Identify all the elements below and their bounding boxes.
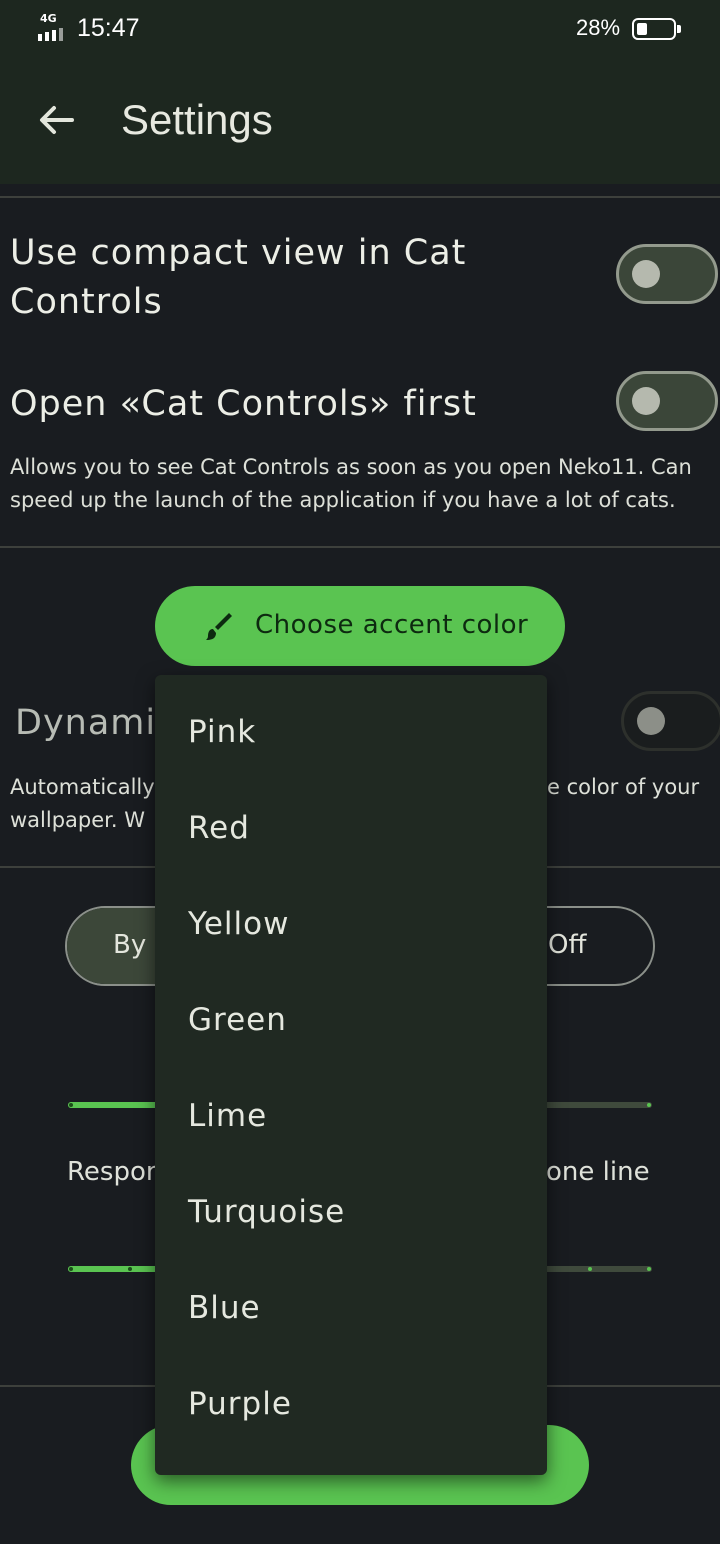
- menu-item-label: Turquoise: [188, 1194, 346, 1230]
- network-type: 4G: [40, 12, 57, 25]
- menu-item-pink[interactable]: Pink: [155, 691, 547, 787]
- open-cat-controls-desc-line1: Allows you to see Cat Controls as soon a…: [10, 455, 692, 479]
- battery-percent: 28%: [576, 15, 621, 40]
- compact-view-title-line2: Controls: [10, 282, 163, 322]
- choose-accent-color-label: Choose accent color: [255, 610, 529, 640]
- accent-color-menu: Pink Red Yellow Green Lime Turquoise Blu…: [155, 675, 547, 1475]
- dynamic-color-desc-left2: wallpaper. W: [10, 808, 145, 832]
- menu-item-purple[interactable]: Purple: [155, 1363, 547, 1459]
- open-cat-controls-switch[interactable]: [616, 371, 718, 431]
- dynamic-color-switch[interactable]: [621, 691, 720, 751]
- menu-item-yellow[interactable]: Yellow: [155, 883, 547, 979]
- page-title: Settings: [121, 96, 273, 143]
- divider: [0, 196, 720, 198]
- menu-item-turquoise[interactable]: Turquoise: [155, 1171, 547, 1267]
- slider-tick: [69, 1267, 73, 1271]
- slider-tick: [128, 1267, 132, 1271]
- slider-label-left: Respon: [67, 1157, 163, 1187]
- switch-knob: [637, 707, 665, 735]
- back-button[interactable]: [34, 98, 78, 142]
- menu-item-label: Red: [188, 810, 250, 846]
- menu-item-label: Blue: [188, 1290, 261, 1326]
- segment-off-label[interactable]: Off: [548, 930, 586, 960]
- open-cat-controls-desc-line2: speed up the launch of the application i…: [10, 488, 676, 512]
- clock: 15:47: [77, 14, 140, 42]
- slider-tick: [69, 1103, 73, 1107]
- paintbrush-icon: [206, 613, 232, 640]
- slider-tick: [588, 1267, 592, 1271]
- menu-item-label: Yellow: [188, 906, 290, 942]
- menu-item-label: Green: [188, 1002, 287, 1038]
- dynamic-color-desc-right1: e color of your: [547, 775, 700, 799]
- signal-icon: 4G: [38, 12, 72, 42]
- switch-knob: [632, 260, 660, 288]
- dynamic-color-title: Dynamic: [15, 703, 177, 743]
- menu-item-green[interactable]: Green: [155, 979, 547, 1075]
- compact-view-switch[interactable]: [616, 244, 718, 304]
- menu-item-label: Purple: [188, 1386, 292, 1422]
- battery-icon: [632, 18, 681, 40]
- menu-item-red[interactable]: Red: [155, 787, 547, 883]
- slider-tick: [647, 1103, 651, 1107]
- slider-tick: [647, 1267, 651, 1271]
- menu-item-label: Lime: [188, 1098, 268, 1134]
- menu-item-label: Pink: [188, 714, 257, 750]
- status-bar: 4G 15:47 28%: [0, 0, 720, 58]
- menu-item-blue[interactable]: Blue: [155, 1267, 547, 1363]
- compact-view-title-line1: Use compact view in Cat: [10, 233, 467, 273]
- divider: [0, 546, 720, 548]
- dynamic-color-desc-left1: Automatically: [10, 775, 155, 799]
- switch-knob: [632, 387, 660, 415]
- choose-accent-color-button[interactable]: Choose accent color: [155, 586, 565, 666]
- arrow-back-icon: [40, 106, 74, 134]
- segment-left-label: By: [113, 930, 147, 960]
- app-bar: 4G 15:47 28% Settings: [0, 0, 720, 184]
- open-cat-controls-title: Open «Cat Controls» first: [10, 384, 477, 424]
- menu-item-lime[interactable]: Lime: [155, 1075, 547, 1171]
- slider-label-right: one line: [546, 1157, 650, 1187]
